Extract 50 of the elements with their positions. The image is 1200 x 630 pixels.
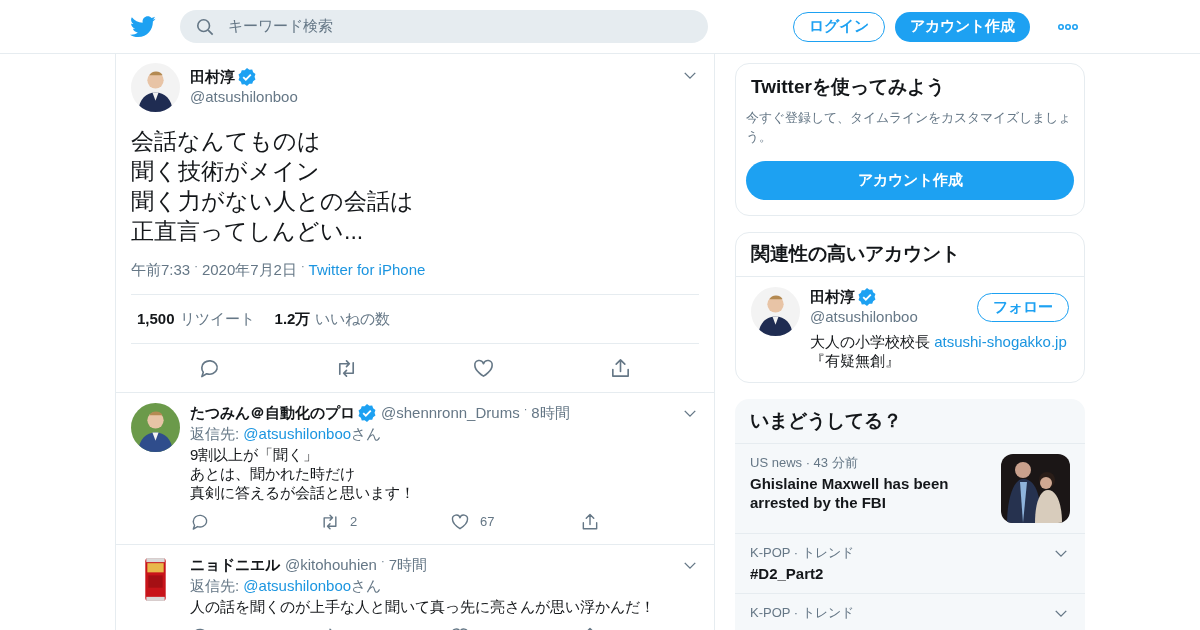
retweets-label[interactable]: リツイート (179, 307, 255, 331)
news-headline[interactable]: Ghislaine Maxwell has been arrested by the FBI (750, 474, 991, 512)
retweets-count: 1,500 (137, 308, 175, 329)
trend-meta: K-POP · トレンド (750, 544, 855, 562)
mention-link[interactable]: @atsushilonboo (243, 577, 352, 594)
signup-button[interactable]: アカウント作成 (895, 11, 1030, 42)
author-handle: @shennronn_Drums (381, 403, 520, 423)
search-input: キーワード検索 (228, 15, 692, 38)
search-field[interactable]: キーワード検索 (180, 10, 708, 43)
tweet-date: 2020年7月2日 (201, 259, 297, 280)
like-count: 67 (480, 513, 495, 532)
retweet-count: 2 (350, 513, 358, 532)
tweet-text: 聞く技術がメイン (131, 157, 321, 186)
reply-context: 返信先: @atsushilonbooさん (190, 576, 383, 596)
reply-text: 人の話を聞くのが上手な人と聞いて真っ先に亮さんが思い浮かんだ！ (190, 597, 656, 616)
card-title: 関連性の高いアカウント (736, 233, 1084, 277)
trend-meta: K-POP · トレンド (750, 604, 855, 622)
tweet-time: 午前7:33 (131, 259, 191, 280)
reply-text: 9割以上が「聞く」 (190, 445, 320, 464)
tweet-text: 会話なんてものは (131, 127, 322, 156)
bio-link[interactable]: atsushi-shogakko.jp (934, 333, 1067, 350)
tweet-text: 聞く力がない人との会話は (131, 187, 415, 216)
source-link[interactable]: Twitter for iPhone (308, 258, 426, 282)
reply-text: 真剣に答えるが会話と思います！ (190, 483, 416, 502)
author-name: 田村淳 (190, 67, 235, 87)
account-name: 田村淳 (810, 287, 855, 307)
author-handle: @kitohouhien (285, 555, 377, 575)
author-handle: @atsushilonboo (190, 87, 299, 107)
card-text: 今すぐ登録して、タイムラインをカスタマイズしましょう。 (746, 109, 1072, 146)
likes-label[interactable]: いいねの数 (315, 307, 391, 331)
separator-dot: · (300, 258, 305, 274)
reply-time: 8時間 (531, 403, 570, 423)
separator-dot: · (523, 402, 528, 417)
trend-meta: US news · 43 分前 (750, 454, 859, 472)
separator-dot: · (380, 554, 385, 569)
reply-text: あとは、聞かれた時だけ (190, 464, 356, 483)
tweet-text: 正直言ってしんどい... (131, 217, 365, 246)
likes-count: 1.2万 (274, 308, 311, 329)
reply-time: 7時間 (388, 555, 427, 575)
account-bio: 大人の小学校校長 atsushi-shogakko.jp 『有疑無創』 (810, 332, 1068, 370)
card-title: Twitterを使ってみよう (750, 75, 946, 99)
signup-button[interactable]: アカウント作成 (746, 161, 1074, 200)
author-name: たつみん＠自動化のプロ (190, 403, 355, 423)
account-handle: @atsushilonboo (810, 307, 919, 327)
author-name: ニョドニエル (190, 555, 280, 575)
trend-name[interactable]: #D2_Part2 (750, 564, 1054, 583)
reply-context: 返信先: @atsushilonbooさん (190, 424, 383, 444)
panel-title: いまどうしてる？ (735, 399, 1085, 444)
mention-link[interactable]: @atsushilonboo (243, 425, 352, 442)
separator-dot: · (194, 258, 198, 274)
